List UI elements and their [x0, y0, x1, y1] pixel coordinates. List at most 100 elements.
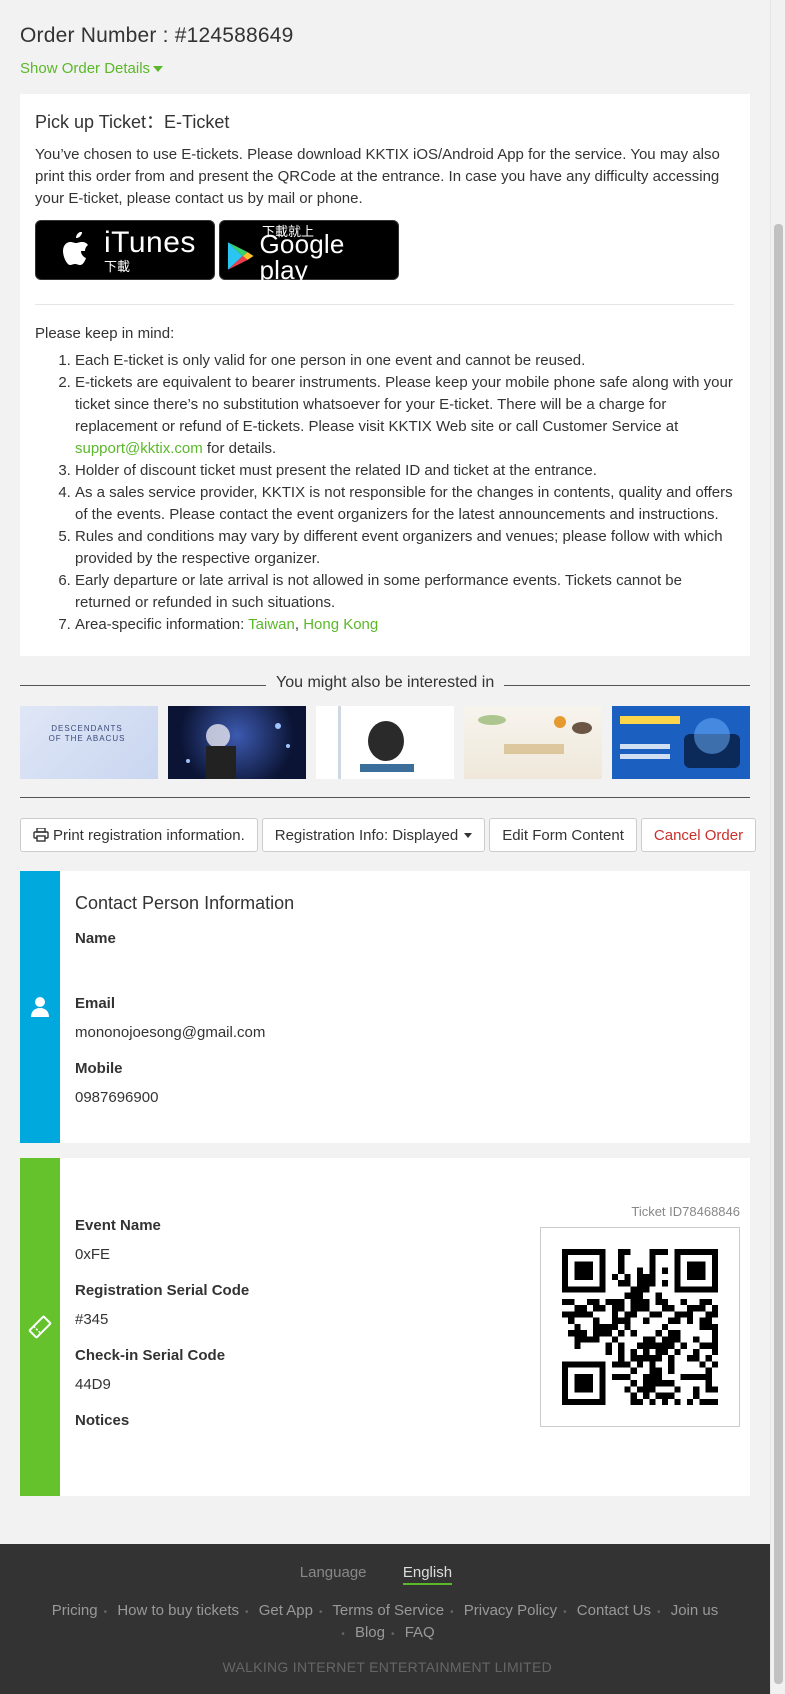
qr-module — [668, 1367, 675, 1374]
qr-module — [686, 1286, 694, 1293]
qr-module — [599, 1305, 606, 1312]
separator-dot: • — [103, 1607, 108, 1618]
qr-module — [580, 1286, 587, 1293]
qr-module — [655, 1330, 662, 1337]
qr-module — [649, 1273, 656, 1281]
footer-link-contact[interactable]: Contact Us — [577, 1602, 651, 1619]
qr-module — [674, 1348, 681, 1356]
qr-module — [711, 1336, 718, 1343]
google-play-badge[interactable]: 下載就上 Google play — [219, 220, 399, 283]
qr-module — [661, 1298, 669, 1306]
note-item: Rules and conditions may vary by differe… — [75, 526, 734, 570]
qr-module — [618, 1330, 625, 1337]
qr-module — [599, 1261, 606, 1268]
qr-module — [705, 1249, 712, 1256]
event-thumbnail[interactable] — [316, 706, 454, 779]
edit-form-button[interactable]: Edit Form Content — [489, 818, 637, 852]
qr-module — [618, 1249, 625, 1256]
separator-dot: • — [450, 1607, 454, 1618]
ticket-card: 󠀠󠀠󠀠 Event Name 0xFE 󠀠󠀠󠀠󠀠 Registration Se… — [20, 1158, 750, 1496]
qr-module — [562, 1267, 569, 1274]
qr-module — [711, 1398, 718, 1405]
qr-module — [586, 1298, 594, 1306]
qr-module — [586, 1361, 594, 1368]
registration-info-dropdown[interactable]: Registration Info: Displayed — [261, 818, 486, 852]
qr-module — [586, 1386, 594, 1393]
print-registration-button[interactable]: Print registration information. — [20, 818, 258, 852]
footer-link-join[interactable]: Join us — [671, 1602, 719, 1619]
qr-module — [593, 1305, 600, 1312]
user-icon — [31, 997, 49, 1017]
itunes-download-label: 下載 — [104, 258, 131, 274]
qr-module — [580, 1336, 587, 1343]
qr-module — [649, 1342, 656, 1349]
qr-module — [574, 1398, 581, 1405]
qr-module — [686, 1355, 694, 1362]
qr-module — [705, 1398, 712, 1405]
qr-module — [699, 1323, 706, 1331]
qr-module — [686, 1317, 694, 1324]
qr-module — [661, 1380, 669, 1387]
footer-link-privacy[interactable]: Privacy Policy — [464, 1602, 557, 1619]
note-item: Each E-ticket is only valid for one pers… — [75, 350, 734, 372]
event-thumbnail[interactable] — [168, 706, 306, 779]
qr-module — [655, 1298, 662, 1306]
cancel-order-button[interactable]: Cancel Order — [640, 818, 757, 852]
qr-module — [668, 1355, 675, 1362]
note-item: Holder of discount ticket must present t… — [75, 460, 734, 482]
qr-module — [636, 1280, 644, 1287]
qr-module — [618, 1317, 625, 1324]
event-thumbnail[interactable] — [464, 706, 602, 779]
qr-module — [643, 1280, 650, 1287]
qr-module — [643, 1298, 650, 1306]
qr-module — [655, 1292, 662, 1299]
qr-module — [562, 1367, 569, 1374]
hong-kong-link[interactable]: Hong Kong — [303, 616, 378, 633]
qr-module — [568, 1317, 575, 1324]
qr-module — [562, 1361, 569, 1368]
taiwan-link[interactable]: Taiwan — [248, 616, 295, 633]
qr-module — [605, 1348, 612, 1356]
qr-module — [618, 1298, 625, 1306]
scrollbar-thumb[interactable] — [774, 224, 783, 1684]
qr-module — [562, 1286, 569, 1293]
qr-module — [661, 1398, 669, 1405]
vertical-scrollbar[interactable] — [770, 0, 785, 1694]
qr-module — [562, 1298, 569, 1306]
qr-module — [711, 1323, 718, 1331]
qr-module — [649, 1380, 656, 1387]
footer-link-how-to-buy[interactable]: How to buy tickets — [117, 1602, 239, 1619]
event-thumbnail[interactable] — [612, 706, 750, 779]
footer-link-blog[interactable]: Blog — [355, 1624, 385, 1641]
qr-module — [624, 1249, 631, 1256]
qr-module — [568, 1286, 575, 1293]
language-option-en[interactable]: English — [402, 1564, 453, 1585]
qr-module — [630, 1380, 637, 1387]
footer-link-faq[interactable]: FAQ — [405, 1624, 435, 1641]
qr-module — [624, 1273, 631, 1281]
qr-module — [705, 1367, 712, 1374]
qr-module — [649, 1267, 656, 1274]
ticket-id: Ticket ID78468846 — [631, 1204, 740, 1219]
event-thumbnail[interactable]: DESCENDANTS OF THE ABACUS — [20, 706, 158, 779]
qr-module — [661, 1280, 669, 1287]
qr-module — [568, 1398, 575, 1405]
qr-module — [661, 1305, 669, 1312]
itunes-badge[interactable]: iTunes 下載 — [35, 220, 215, 280]
footer: Language 󠀠󠀠󠀠󠀠 English 󠀠󠀠󠀠 Pricing • How t… — [0, 1544, 770, 1694]
qr-module — [643, 1355, 650, 1362]
footer-link-get-app[interactable]: Get App — [259, 1602, 313, 1619]
qr-module — [630, 1292, 637, 1299]
show-order-details-link[interactable]: Show Order Details — [20, 60, 164, 77]
contact-title: Contact Person Information — [75, 893, 295, 913]
qr-module — [605, 1342, 612, 1349]
footer-link-pricing[interactable]: Pricing — [52, 1602, 98, 1619]
qr-module — [611, 1311, 619, 1318]
qr-module — [674, 1273, 681, 1281]
qr-module — [580, 1330, 587, 1337]
support-email-link[interactable]: support@kktix.com — [75, 440, 203, 457]
footer-link-terms[interactable]: Terms of Service — [332, 1602, 444, 1619]
qr-module — [686, 1267, 694, 1274]
qr-module — [562, 1280, 569, 1287]
qr-module — [705, 1298, 712, 1306]
